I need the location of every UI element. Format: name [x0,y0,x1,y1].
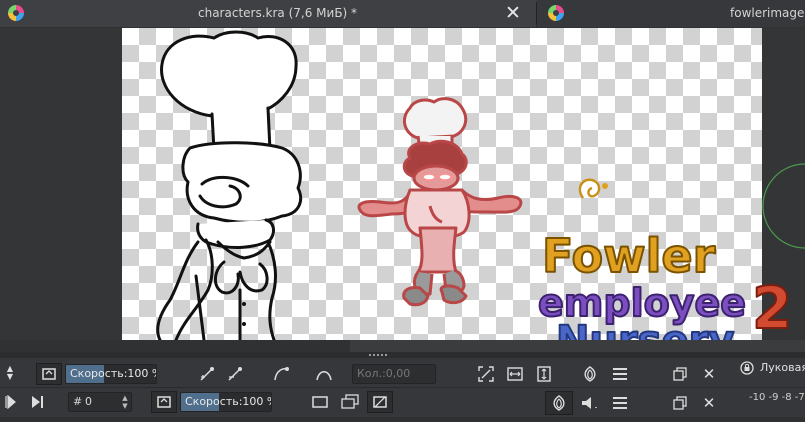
horizontal-scrollbar[interactable] [350,340,805,352]
speed-value: 100 % [242,395,271,408]
speed-slider[interactable]: Скорость:100 % [65,364,157,384]
remove-point-icon[interactable] [224,364,246,384]
curve-arc-icon[interactable] [313,364,335,384]
artwork: Fowler employee Nursery 2 [156,30,805,340]
onion-skins-label: Луковая [760,361,805,374]
speed-label: Скорость: [70,367,128,380]
frame-icon [157,396,171,408]
float-docker-icon[interactable] [670,393,690,413]
speed-slider[interactable]: Скорость:100 % [180,392,272,412]
layers-stack-icon[interactable] [339,392,361,412]
onion-skin-icon[interactable] [578,363,602,385]
tab-title: fowlerimage.p [730,6,805,20]
add-point-icon[interactable] [196,364,218,384]
frame-icon [42,368,56,380]
close-docker-icon[interactable]: ✕ [699,364,719,384]
lock-icon[interactable] [739,360,755,376]
onion-skin-toggle[interactable] [545,391,573,415]
canvas-viewport[interactable]: Fowler employee Nursery 2 [0,28,805,340]
rectangle-icon[interactable] [310,392,330,412]
krita-app-icon [548,5,564,21]
tab-title: characters.kra (7,6 МиБ) * [198,6,358,20]
playback-toolbar-row-2: # 0 ▲▼ Скорость:100 % [0,387,805,417]
brush-toolbar-row-1: ▲▼ Скорость:100 % Кол.:0,00 [0,358,805,388]
count-field[interactable]: Кол.:0,00 [352,364,436,384]
curve-smooth-icon[interactable] [270,364,292,384]
fit-expand-icon[interactable] [474,363,498,385]
fit-width-icon[interactable] [503,363,527,385]
volume-icon[interactable] [578,392,602,414]
document-tab-bar: characters.kra (7,6 МиБ) * ✕ fowlerimage… [0,0,805,27]
scroll-arrows-icon[interactable]: ▲ ▼ [4,364,16,382]
lineart-chef [156,30,303,340]
spin-arrows-icon[interactable]: ▲ ▼ [121,394,129,410]
speed-value: 100 % [127,367,156,380]
red-chef-character [357,97,523,307]
menu-lines-icon[interactable] [608,392,632,414]
frame-spinbox[interactable]: # 0 ▲ ▼ [68,392,132,412]
fit-height-icon[interactable] [532,363,556,385]
crop-icon [373,396,387,408]
logo-line-3: Nursery [556,318,734,340]
frame-hash: # [73,395,83,408]
float-docker-icon[interactable] [670,364,690,384]
frame-mode-button[interactable] [36,363,62,385]
logo-number: 2 [752,274,792,340]
speed-label: Скорость: [185,395,243,408]
menu-lines-icon[interactable] [608,363,632,385]
onion-ruler-values: -10 -9 -8 -7 [749,392,805,403]
game-logo: Fowler employee Nursery 2 [537,178,793,340]
tab-characters[interactable]: characters.kra (7,6 МиБ) * ✕ [0,0,536,27]
close-icon[interactable]: ✕ [503,3,523,23]
logo-line-1: Fowler [542,229,716,283]
next-keyframe-icon[interactable] [28,392,48,412]
krita-window: characters.kra (7,6 МиБ) * ✕ fowlerimage… [0,0,805,422]
frame-value: 0 [85,395,92,408]
krita-app-icon [8,5,24,21]
splitter-grip-icon[interactable] [369,354,387,356]
onion-skin-icon [553,395,565,411]
crop-toggle-button[interactable] [367,391,393,413]
play-icon[interactable] [2,392,18,412]
frame-mode-button[interactable] [151,391,177,413]
tab-fowlerimage[interactable]: fowlerimage.p [537,0,805,27]
brush-cursor-outline [762,163,805,249]
close-docker-icon[interactable]: ✕ [699,393,719,413]
